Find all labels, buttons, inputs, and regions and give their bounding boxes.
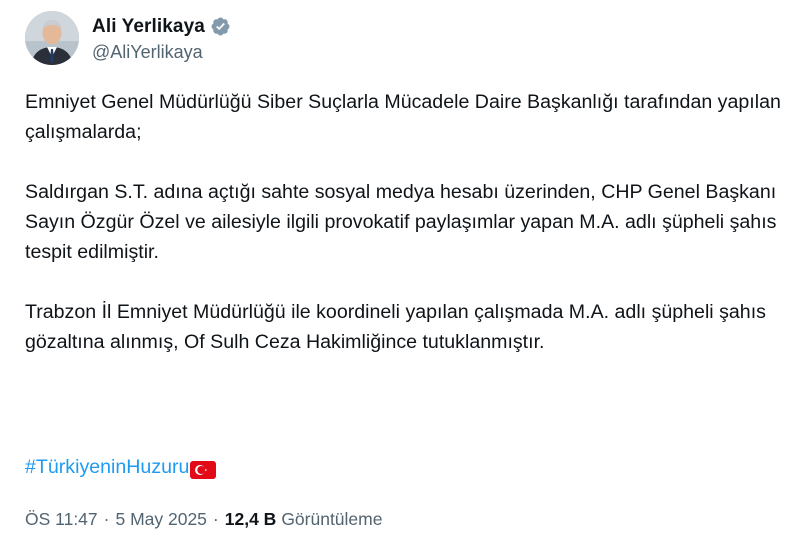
tweet-date[interactable]: 5 May 2025 xyxy=(115,509,206,530)
hashtag-row: #TürkiyeninHuzuru xyxy=(25,452,217,482)
tweet-header: Ali Yerlikaya @AliYerlikaya xyxy=(25,10,231,66)
tweet-meta: ÖS 11:47 · 5 May 2025 · 12,4 B Görüntüle… xyxy=(25,509,382,530)
avatar-image xyxy=(25,11,79,65)
meta-separator: · xyxy=(212,509,219,529)
views-count: 12,4 B xyxy=(224,509,277,529)
tweet-paragraph-3: Trabzon İl Emniyet Müdürlüğü ile koordin… xyxy=(25,301,766,353)
tweet-text: Emniyet Genel Müdürlüğü Siber Suçlarla M… xyxy=(25,87,785,357)
author-handle[interactable]: @AliYerlikaya xyxy=(92,42,231,63)
tweet-paragraph-1: Emniyet Genel Müdürlüğü Siber Suçlarla M… xyxy=(25,91,781,143)
turkey-flag-icon xyxy=(190,458,217,479)
meta-separator: · xyxy=(103,509,110,529)
author-names: Ali Yerlikaya @AliYerlikaya xyxy=(92,14,231,63)
views-label: Görüntüleme xyxy=(281,509,383,529)
hashtag-link[interactable]: #TürkiyeninHuzuru xyxy=(25,452,189,482)
tweet-paragraph-2: Saldırgan S.T. adına açtığı sahte sosyal… xyxy=(25,181,777,263)
avatar[interactable] xyxy=(25,11,79,65)
author-display-name[interactable]: Ali Yerlikaya xyxy=(92,16,205,38)
verified-badge-icon xyxy=(210,16,231,37)
tweet-time[interactable]: ÖS 11:47 xyxy=(25,509,98,530)
tweet-card: Ali Yerlikaya @AliYerlikaya Emniyet Gene… xyxy=(0,0,800,535)
name-row: Ali Yerlikaya xyxy=(92,14,231,40)
